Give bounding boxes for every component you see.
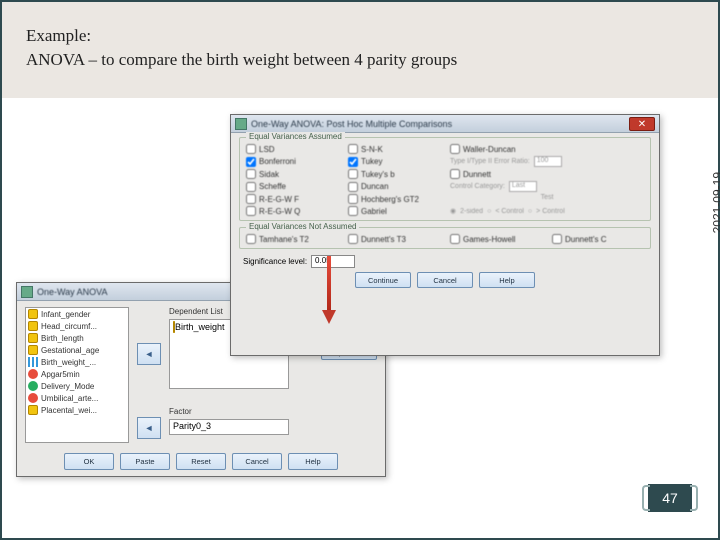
list-item[interactable]: Delivery_Mode (26, 380, 128, 392)
anova-title: One-Way ANOVA (37, 287, 108, 297)
list-item[interactable]: Apgar5min (26, 368, 128, 380)
wallerduncan-checkbox[interactable]: Waller-Duncan (450, 144, 644, 154)
dependent-list-label: Dependent List (169, 307, 223, 316)
page-number: 47 (648, 484, 692, 512)
slide-date: 2021-09-19 (710, 172, 720, 233)
posthoc-window: One-Way ANOVA: Post Hoc Multiple Compari… (230, 114, 660, 356)
help-button[interactable]: Help (479, 272, 535, 288)
list-item[interactable]: Birth_weight_... (26, 356, 128, 368)
gabriel-checkbox[interactable]: Gabriel (348, 206, 444, 216)
reset-button[interactable]: Reset (176, 453, 226, 470)
snk-checkbox[interactable]: S-N-K (348, 144, 444, 154)
list-item[interactable]: Gestational_age (26, 344, 128, 356)
list-item[interactable]: Umbilical_arte... (26, 392, 128, 404)
regwf-checkbox[interactable]: R-E-G-W F (246, 194, 342, 204)
significance-input[interactable]: 0.05 (311, 255, 355, 268)
app-icon (235, 118, 247, 130)
list-item[interactable]: Placental_wei... (26, 404, 128, 416)
app-icon (21, 286, 33, 298)
move-right-button[interactable]: ◄ (137, 343, 161, 365)
continue-button[interactable]: Continue (355, 272, 411, 288)
group-title: Equal Variances Not Assumed (246, 222, 359, 231)
list-item[interactable]: Birth_length (26, 332, 128, 344)
close-icon[interactable]: ✕ (629, 117, 655, 131)
list-item[interactable]: Infant_gender (26, 308, 128, 320)
test-options: ◉2-sided ○< Control ○> Control (450, 206, 644, 216)
slide-header: Example: ANOVA – to compare the birth we… (2, 2, 718, 98)
dunnett-checkbox[interactable]: Dunnett (450, 169, 644, 179)
bonferroni-checkbox[interactable]: Bonferroni (246, 156, 342, 167)
variable-list[interactable]: Infant_gender Head_circumf... Birth_leng… (25, 307, 129, 443)
regwq-checkbox[interactable]: R-E-G-W Q (246, 206, 342, 216)
paste-button[interactable]: Paste (120, 453, 170, 470)
hochberg-checkbox[interactable]: Hochberg's GT2 (348, 194, 444, 204)
slide-title-line1: Example: (26, 26, 718, 46)
list-item[interactable]: Head_circumf... (26, 320, 128, 332)
tamhane-checkbox[interactable]: Tamhane's T2 (246, 234, 342, 244)
ratio-field: Type I/Type II Error Ratio:100 (450, 156, 644, 167)
dunnettc-checkbox[interactable]: Dunnett's C (552, 234, 648, 244)
significance-label: Significance level: (243, 257, 307, 266)
posthoc-title: One-Way ANOVA: Post Hoc Multiple Compari… (251, 119, 452, 129)
lsd-checkbox[interactable]: LSD (246, 144, 342, 154)
gameshowell-checkbox[interactable]: Games-Howell (450, 234, 546, 244)
sidak-checkbox[interactable]: Sidak (246, 169, 342, 179)
duncan-checkbox[interactable]: Duncan (348, 181, 444, 192)
scheffe-checkbox[interactable]: Scheffe (246, 181, 342, 192)
group-title: Equal Variances Assumed (246, 132, 345, 141)
tukeysb-checkbox[interactable]: Tukey's b (348, 169, 444, 179)
move-right-button[interactable]: ◄ (137, 417, 161, 439)
slide-title-line2: ANOVA – to compare the birth weight betw… (26, 50, 718, 70)
test-group: Test (450, 194, 644, 204)
tukey-checkbox[interactable]: Tukey (348, 156, 444, 167)
list-item[interactable]: Parity0_3 (170, 420, 288, 432)
ok-button[interactable]: OK (64, 453, 114, 470)
cancel-button[interactable]: Cancel (232, 453, 282, 470)
control-category-field: Control Category:Last (450, 181, 644, 192)
factor-box[interactable]: Parity0_3 (169, 419, 289, 435)
factor-label: Factor (169, 407, 192, 416)
cancel-button[interactable]: Cancel (417, 272, 473, 288)
posthoc-titlebar[interactable]: One-Way ANOVA: Post Hoc Multiple Compari… (231, 115, 659, 133)
dunnettt3-checkbox[interactable]: Dunnett's T3 (348, 234, 444, 244)
help-button[interactable]: Help (288, 453, 338, 470)
